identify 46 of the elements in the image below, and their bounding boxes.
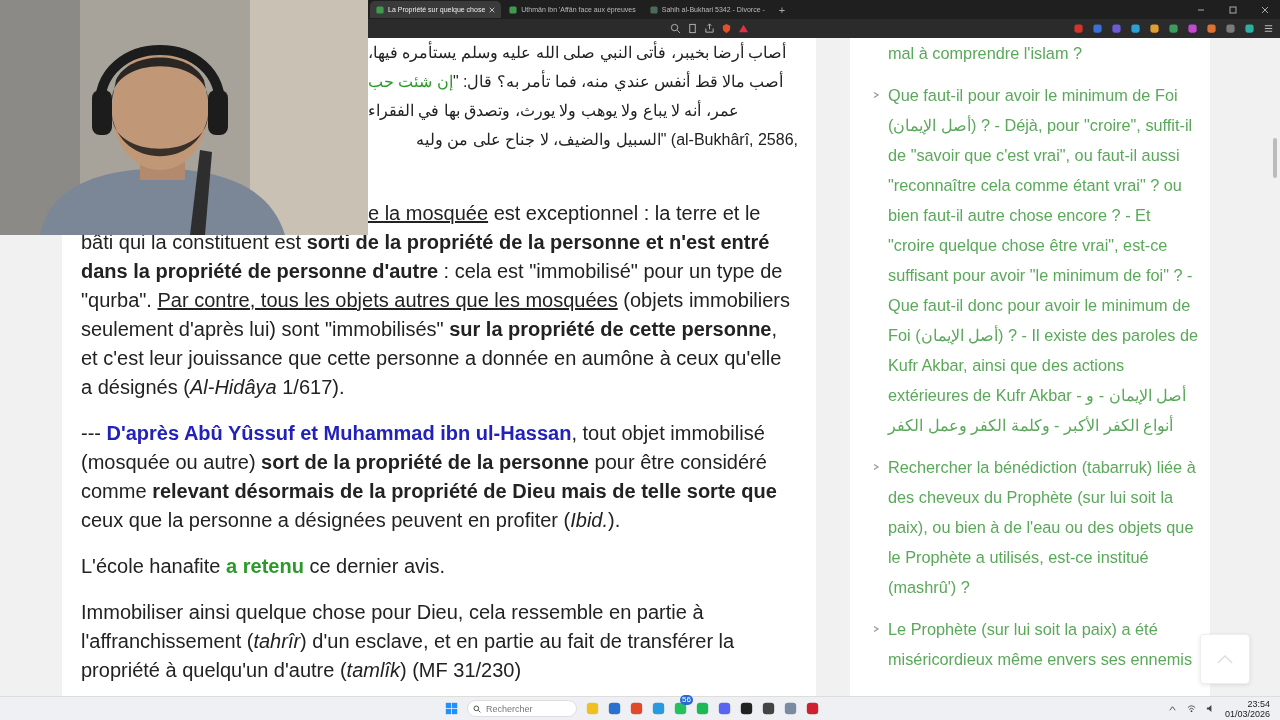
reader-icon[interactable] bbox=[687, 23, 698, 34]
arabic-text-line: أصب مالا قط أنفس عندي منه، فما تأمر به؟ قال: "إن شئت حب bbox=[368, 67, 798, 96]
close-icon[interactable] bbox=[1260, 4, 1270, 15]
arabic-text-line: عمر، أنه لا يباع ولا يوهب ولا يورث، وتصدق بها في الفقراء bbox=[368, 99, 740, 122]
extension-icon[interactable] bbox=[1111, 23, 1122, 34]
wifi-icon[interactable] bbox=[1186, 704, 1196, 713]
paragraph: L'école hanafite a retenu ce dernier avis. bbox=[81, 554, 447, 579]
menu-icon[interactable] bbox=[1263, 23, 1274, 34]
new-tab-button[interactable]: + bbox=[772, 3, 792, 16]
search-icon bbox=[473, 704, 481, 713]
extension-icon[interactable] bbox=[1092, 23, 1103, 34]
extension-icon[interactable] bbox=[1187, 23, 1198, 34]
extension-icon[interactable] bbox=[1244, 23, 1255, 34]
chevron-up-icon[interactable] bbox=[1167, 704, 1177, 713]
scrollbar[interactable] bbox=[1273, 138, 1277, 178]
triangle-icon[interactable] bbox=[738, 23, 749, 34]
windows-icon[interactable] bbox=[445, 702, 458, 715]
extension-icon[interactable] bbox=[1168, 23, 1179, 34]
link[interactable]: D'après Abû Yûssuf et Muhammad ibn ul-Hassan bbox=[106, 422, 572, 444]
shield-icon[interactable] bbox=[721, 23, 732, 34]
app-icon[interactable] bbox=[762, 702, 775, 715]
extension-icon[interactable] bbox=[1225, 23, 1236, 34]
zoom-icon[interactable] bbox=[670, 23, 681, 34]
search-field[interactable]: Rechercher bbox=[467, 700, 577, 717]
caret-up-icon bbox=[1216, 653, 1234, 665]
bullet-icon bbox=[872, 463, 880, 471]
extension-icon[interactable] bbox=[1206, 23, 1217, 34]
paragraph: Immobiliser ainsi quelque chose pour Dieu, cela ressemble en partie à l'affranchissement (tahrîr) d'un esclave, et en partie au fait de transférer la propriété à quelqu'un d'autre (tamlîk) (MF 31/230) bbox=[81, 600, 736, 683]
favicon-icon bbox=[649, 5, 658, 14]
maximize-icon[interactable] bbox=[1228, 4, 1238, 15]
app-icon[interactable] bbox=[740, 702, 753, 715]
favicon-icon bbox=[376, 5, 384, 14]
clock-time: 23:54 bbox=[1247, 698, 1270, 709]
extension-icon[interactable] bbox=[1130, 23, 1141, 34]
bullet-icon bbox=[872, 91, 880, 99]
share-icon[interactable] bbox=[704, 23, 715, 34]
clock-date: 01/03/2026 bbox=[1224, 708, 1270, 719]
close-icon[interactable] bbox=[489, 6, 496, 13]
favicon-icon bbox=[509, 5, 518, 14]
extension-icon[interactable] bbox=[1073, 23, 1084, 34]
notification-badge: 56 bbox=[680, 695, 693, 705]
paragraph: --- D'après Abû Yûssuf et Muhammad ibn ul-Hassan, tout objet immobilisé (mosquée ou autre) sort de la propriété de la personne pour être considéré comme relevant désormais de la propriété de Dieu mais de telle sorte que ceux que la personne a désignées peuvent en profiter (Ibid.). bbox=[81, 421, 778, 533]
arabic-text-line: أصاب أرضا بخيبر، فأتى النبي صلى الله عليه وسلم يستأمره فيها، bbox=[368, 38, 798, 67]
extension-icon[interactable] bbox=[1149, 23, 1160, 34]
bullet-icon bbox=[872, 625, 880, 633]
paragraph: e la mosquée est exceptionnel : la terre et le bâti qui la constituent est sorti de la propriété de la personne et n'est entré dans la propriété de personne d'autre : cela est "immobilisé" pour un type de "qurba". Par contre, tous les objets autres que les mosquées (objets immobiliers seulement d'après lui) sont "immobilisés" sur la propriété de cette personne, et c'est leur jouissance que cette personne a donnée en aumône à ceux qu'elle a désignés (Al-Hidâya 1/617). bbox=[81, 201, 791, 400]
